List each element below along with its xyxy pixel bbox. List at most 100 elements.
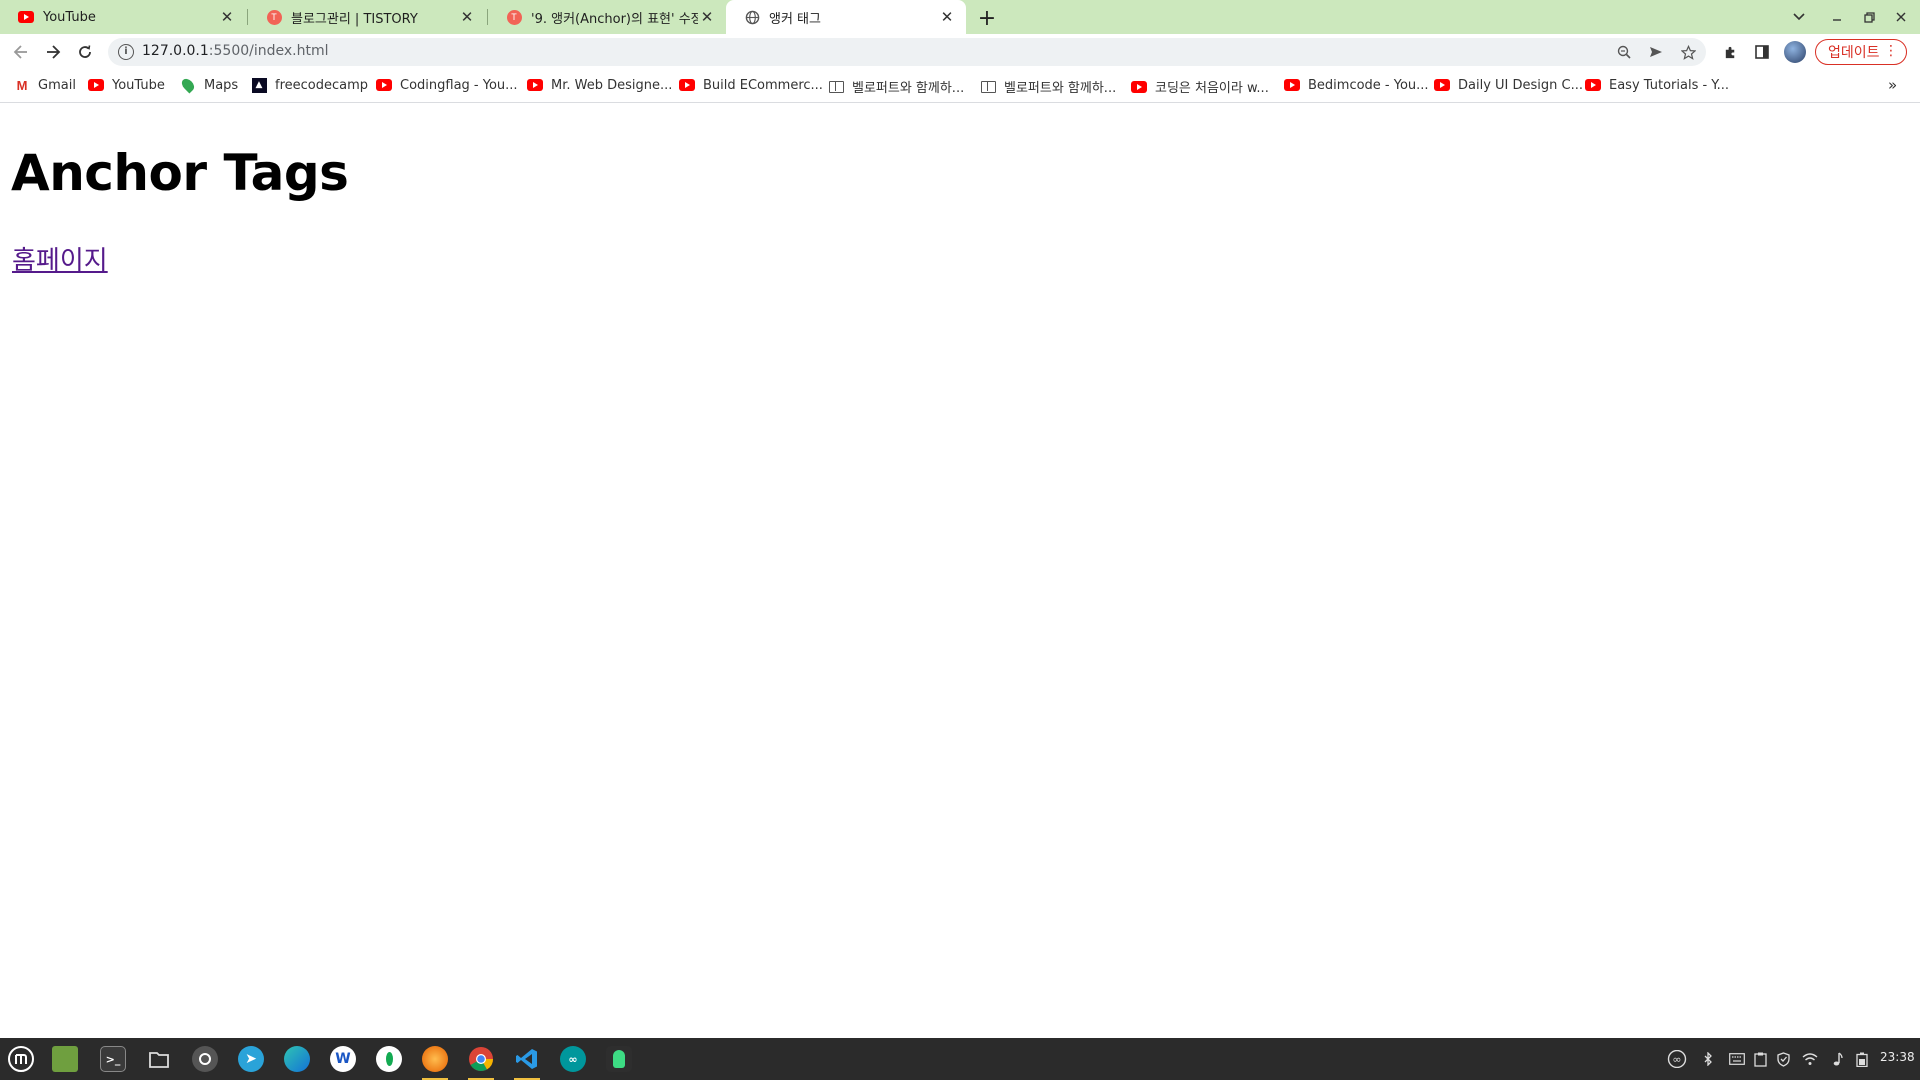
profile-avatar[interactable] — [1784, 41, 1806, 63]
freecodecamp-icon: ▲ — [251, 77, 267, 93]
close-window-icon[interactable] — [1890, 7, 1912, 27]
taskbar: >_ ➤ W ∞ ∞ 23:38 — [0, 1038, 1920, 1080]
bookmark-label: Daily UI Design C... — [1458, 77, 1583, 93]
bookmark-freecodecamp[interactable]: ▲ freecodecamp — [251, 77, 368, 93]
bookmark-label: YouTube — [112, 77, 165, 93]
tab-title: 앵커 태그 — [769, 11, 821, 27]
tab-title: 블로그관리 | TISTORY — [291, 11, 418, 27]
site-info-icon[interactable]: i — [118, 44, 134, 60]
android-studio-icon[interactable] — [604, 1044, 634, 1074]
book-icon — [980, 79, 996, 95]
forward-button[interactable] — [40, 39, 66, 65]
youtube-icon — [1434, 77, 1450, 93]
music-note-icon[interactable] — [1828, 1050, 1848, 1068]
bookmark-label: Maps — [204, 77, 239, 93]
bookmark-mr-web-designer[interactable]: Mr. Web Designe... — [527, 77, 672, 93]
youtube-icon — [679, 77, 695, 93]
files-icon[interactable] — [144, 1044, 174, 1074]
bookmark-label: 벨로퍼트와 함께하... — [852, 81, 965, 96]
obs-icon[interactable] — [190, 1044, 220, 1074]
clipboard-icon[interactable] — [1750, 1050, 1770, 1068]
update-button[interactable]: 업데이트 ⋮ — [1815, 39, 1907, 65]
bookmark-bedimcode[interactable]: Bedimcode - You... — [1284, 77, 1429, 93]
tab-search-icon[interactable] — [1788, 7, 1810, 27]
address-bar[interactable]: i 127.0.0.1:5500/index.html — [108, 38, 1706, 66]
vscode-icon[interactable] — [512, 1044, 542, 1080]
back-button[interactable] — [8, 39, 34, 65]
arduino-icon[interactable]: ∞ — [558, 1044, 588, 1074]
bookmark-gmail[interactable]: M Gmail — [14, 77, 76, 93]
close-icon[interactable]: ✕ — [218, 8, 236, 26]
url-host: 127.0.0.1 — [142, 43, 209, 59]
arduino-tray-icon[interactable]: ∞ — [1666, 1050, 1688, 1068]
tab-anchor-tag[interactable]: 앵커 태그 ✕ — [726, 0, 966, 34]
more-vertical-icon: ⋮ — [1884, 43, 1898, 59]
bookmark-build-ecommerce[interactable]: Build ECommerc... — [679, 77, 823, 93]
battery-icon[interactable] — [1852, 1050, 1872, 1068]
minimize-icon[interactable] — [1826, 7, 1848, 27]
shield-icon[interactable] — [1773, 1050, 1793, 1068]
maps-icon — [179, 76, 197, 94]
restore-icon[interactable] — [1858, 7, 1880, 27]
page-content: Anchor Tags 홈페이지 — [0, 104, 1920, 1038]
tab-tistory-manage[interactable]: T 블로그관리 | TISTORY ✕ — [248, 0, 486, 34]
page-heading: Anchor Tags — [11, 144, 349, 202]
terminal-icon[interactable]: >_ — [98, 1044, 128, 1074]
send-icon[interactable] — [1646, 42, 1666, 62]
chrome-icon[interactable] — [466, 1044, 496, 1080]
desktop-icon[interactable] — [50, 1044, 80, 1074]
bookmark-label: Easy Tutorials - Y... — [1609, 77, 1730, 93]
homepage-link[interactable]: 홈페이지 — [12, 240, 108, 277]
youtube-icon — [1284, 77, 1300, 93]
bluetooth-icon[interactable] — [1698, 1050, 1718, 1068]
wifi-icon[interactable] — [1800, 1050, 1820, 1068]
bookmark-label: Gmail — [38, 77, 76, 93]
firefox-icon[interactable] — [420, 1044, 450, 1080]
wps-icon[interactable]: W — [328, 1044, 358, 1074]
tab-youtube[interactable]: YouTube ✕ — [0, 0, 246, 34]
bookmark-label: Build ECommerc... — [703, 77, 823, 93]
bookmark-velopert-1[interactable]: 벨로퍼트와 함께하... — [828, 77, 964, 96]
mongodb-icon[interactable] — [374, 1044, 404, 1074]
bookmark-maps[interactable]: Maps — [179, 76, 239, 94]
side-panel-icon[interactable] — [1752, 42, 1772, 62]
book-icon — [828, 79, 844, 95]
youtube-icon — [18, 9, 34, 25]
bookmark-label: Codingflag - You... — [400, 77, 518, 93]
youtube-icon — [527, 77, 543, 93]
youtube-icon — [88, 77, 104, 93]
youtube-icon — [1585, 77, 1601, 93]
tab-title: YouTube — [43, 9, 96, 25]
zoom-icon[interactable] — [1614, 42, 1634, 62]
edge-icon[interactable] — [282, 1044, 312, 1074]
tab-strip: YouTube ✕ T 블로그관리 | TISTORY ✕ T '9. 앵커(A… — [0, 0, 1920, 34]
bookmark-codingflag[interactable]: Codingflag - You... — [376, 77, 518, 93]
bookmark-label: 코딩은 처음이라 w... — [1155, 81, 1269, 96]
keyboard-icon[interactable] — [1727, 1050, 1747, 1068]
mint-menu-icon[interactable] — [6, 1044, 36, 1074]
new-tab-button[interactable]: + — [974, 5, 1000, 31]
bookmark-velopert-2[interactable]: 벨로퍼트와 함께하... — [980, 77, 1116, 96]
tab-title: '9. 앵커(Anchor)의 표현' 수정하 — [531, 11, 698, 27]
close-icon[interactable]: ✕ — [938, 8, 956, 26]
bookmark-label: 벨로퍼트와 함께하... — [1004, 81, 1117, 96]
tistory-icon: T — [506, 9, 522, 25]
close-icon[interactable]: ✕ — [698, 8, 716, 26]
bookmark-easy-tutorials[interactable]: Easy Tutorials - Y... — [1585, 77, 1729, 93]
bookmark-label: Mr. Web Designe... — [551, 77, 673, 93]
gmail-icon: M — [16, 77, 28, 93]
tab-tistory-edit[interactable]: T '9. 앵커(Anchor)의 표현' 수정하 ✕ — [488, 0, 726, 34]
bookmark-coding-first-time[interactable]: 코딩은 처음이라 w... — [1131, 77, 1269, 96]
reload-button[interactable] — [72, 39, 98, 65]
browser-toolbar: i 127.0.0.1:5500/index.html 업데이트 ⋮ — [0, 34, 1920, 70]
bookmark-daily-ui[interactable]: Daily UI Design C... — [1434, 77, 1583, 93]
close-icon[interactable]: ✕ — [458, 8, 476, 26]
clock[interactable]: 23:38 — [1880, 1050, 1915, 1064]
bookmark-star-icon[interactable] — [1678, 42, 1698, 62]
youtube-icon — [376, 77, 392, 93]
chevron-double-right-icon[interactable]: » — [1888, 76, 1897, 94]
bookmark-label: freecodecamp — [275, 77, 369, 93]
bookmark-youtube[interactable]: YouTube — [88, 77, 165, 93]
telegram-icon[interactable]: ➤ — [236, 1044, 266, 1074]
extensions-icon[interactable] — [1720, 42, 1740, 62]
